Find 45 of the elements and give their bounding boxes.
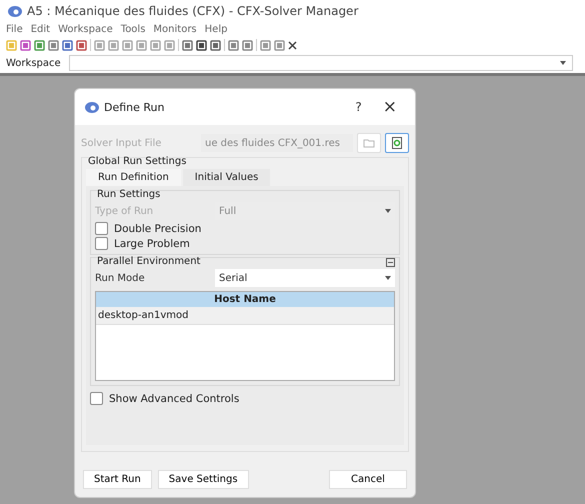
run-mode-dropdown[interactable]: Serial: [215, 269, 395, 287]
menu-item[interactable]: Edit: [30, 24, 50, 35]
dialog-button[interactable]: Save Settings: [158, 470, 249, 489]
menu-item[interactable]: Help: [204, 24, 228, 35]
close-icon[interactable]: [288, 40, 297, 50]
dialog-title: Define Run: [104, 100, 166, 114]
toolbar-icon[interactable]: [196, 40, 207, 50]
reload-button[interactable]: [385, 133, 409, 153]
window-title: A5 : Mécanique des fluides (CFX) - CFX-Solver Manager: [27, 4, 358, 18]
dialog-button[interactable]: Start Run: [83, 470, 152, 489]
menu-item[interactable]: Monitors: [153, 24, 197, 35]
type-of-run-label: Type of Run: [95, 206, 154, 216]
caret-icon: [385, 276, 391, 280]
tab[interactable]: Run Definition: [86, 169, 181, 186]
column-header: Host Name: [96, 292, 394, 307]
dialog-button[interactable]: Cancel: [329, 470, 407, 489]
caret-icon: [560, 61, 566, 65]
toolbar-icon[interactable]: [76, 40, 87, 50]
refresh-icon: [392, 137, 402, 149]
app-icon: [85, 102, 99, 112]
collapse-icon[interactable]: [386, 258, 395, 267]
menu-item[interactable]: File: [6, 24, 23, 35]
checkbox-label: Show Advanced Controls: [109, 392, 240, 404]
table-cell[interactable]: desktop-an1vmod: [96, 307, 394, 325]
tab[interactable]: Initial Values: [182, 169, 270, 186]
run-mode-label: Run Mode: [95, 272, 146, 284]
toolbar-icon[interactable]: [182, 40, 193, 50]
folder-icon: [363, 138, 375, 148]
app-icon: [8, 6, 22, 16]
checkbox[interactable]: [90, 392, 103, 405]
section-title: Run Settings: [96, 189, 162, 200]
checkbox-label: Large Problem: [114, 238, 190, 250]
checkbox-label: Double Precision: [114, 222, 202, 234]
menu-item[interactable]: Workspace: [58, 24, 113, 35]
toolbar-icon[interactable]: [20, 40, 31, 50]
close-button[interactable]: ×: [374, 97, 405, 117]
toolbar-icon[interactable]: [62, 40, 73, 50]
menu-item[interactable]: Tools: [120, 24, 146, 35]
workspace-label: Workspace: [6, 58, 61, 68]
caret-icon: [385, 209, 391, 213]
group-title: Global Run Settings: [87, 156, 188, 167]
section-title: Parallel Environment: [96, 256, 200, 267]
help-button[interactable]: ?: [347, 100, 370, 114]
solver-input-label: Solver Input File: [81, 138, 162, 148]
toolbar-icon[interactable]: [210, 40, 221, 50]
